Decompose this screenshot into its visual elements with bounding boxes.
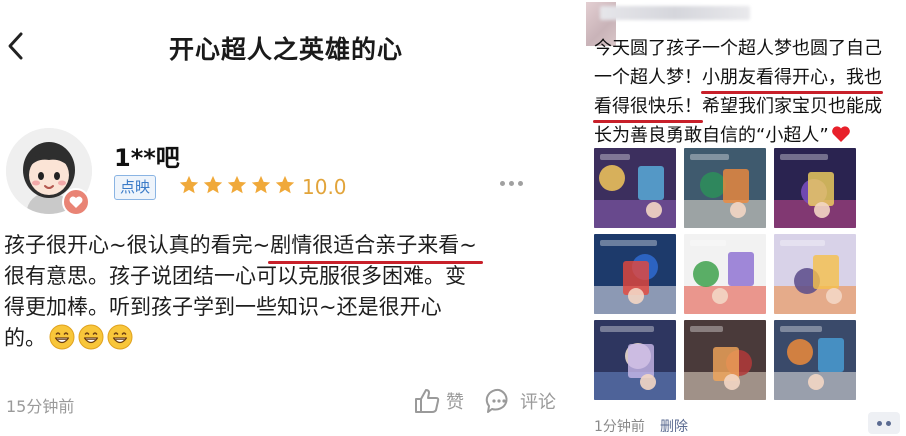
- dot-icon: [509, 180, 514, 186]
- post-time: 15分钟前: [6, 397, 75, 416]
- photo-image: [684, 234, 766, 314]
- review-line-4: 的。: [4, 323, 564, 354]
- photo-thumbnail[interactable]: [684, 234, 766, 314]
- dot-icon: [877, 420, 882, 426]
- red-heart-icon: [831, 125, 851, 143]
- photo-image: [684, 320, 766, 400]
- comment-bubble-icon: [485, 388, 508, 413]
- photo-image: [594, 148, 676, 228]
- photo-thumbnail[interactable]: [684, 320, 766, 400]
- photo-image: [594, 234, 676, 314]
- review-line-2: 很有意思。孩子说团结一心可以克服很多困难。变: [4, 264, 466, 288]
- review-line-3: 得更加棒。听到孩子学到一些知识~还是很开心: [4, 295, 442, 319]
- star-icon: [274, 174, 296, 196]
- moment-text-plain: 希望我们家宝贝也能成: [702, 96, 882, 117]
- review-text-plain: 孩子很开心~很认真的看完~: [4, 233, 271, 257]
- rating-score: 10.0: [302, 175, 347, 199]
- highlighted-phrase: 剧情很适合亲子来看~: [268, 230, 483, 264]
- comment-label: 评论: [520, 392, 556, 413]
- highlighted-phrase: 小朋友看得开心，我也: [701, 63, 883, 94]
- photo-thumbnail[interactable]: [594, 148, 676, 228]
- heart-icon: [62, 188, 90, 216]
- star-icon: [250, 174, 272, 196]
- review-text: 孩子很开心~很认真的看完~剧情很适合亲子来看~ 很有意思。孩子说团结一心可以克服…: [4, 230, 564, 354]
- grinning-face-icon: [78, 324, 104, 350]
- moment-line-2: 一个超人梦！小朋友看得开心，我也: [594, 63, 906, 94]
- moment-panel: 今天圆了孩子一个超人梦也圆了自己 一个超人梦！小朋友看得开心，我也 看得很快乐！…: [580, 0, 906, 436]
- grinning-face-icon: [107, 324, 133, 350]
- photo-grid: [594, 148, 856, 400]
- star-icon: [178, 174, 200, 196]
- photo-thumbnail[interactable]: [774, 320, 856, 400]
- photo-image: [774, 234, 856, 314]
- photo-thumbnail[interactable]: [774, 148, 856, 228]
- dot-icon: [518, 180, 523, 186]
- blurred-username: [600, 6, 750, 20]
- moment-line-1: 今天圆了孩子一个超人梦也圆了自己: [594, 38, 882, 59]
- thumbs-up-icon: [415, 389, 440, 413]
- highlighted-phrase: 看得很快乐！: [593, 92, 703, 123]
- comment-button[interactable]: 评论: [484, 386, 556, 416]
- dot-icon: [886, 420, 891, 426]
- photo-image: [684, 148, 766, 228]
- like-label: 赞: [446, 392, 464, 413]
- photo-image: [774, 148, 856, 228]
- more-dots-icon[interactable]: [868, 412, 900, 434]
- photo-image: [594, 320, 676, 400]
- platform-tag: 点映: [114, 175, 157, 200]
- moment-text: 今天圆了孩子一个超人梦也圆了自己 一个超人梦！小朋友看得开心，我也 看得很快乐！…: [593, 34, 906, 150]
- review-text-plain: 的。: [4, 326, 46, 350]
- moment-line-3: 看得很快乐！希望我们家宝贝也能成: [593, 92, 906, 123]
- page-title: 开心超人之英雄的心: [168, 35, 403, 64]
- delete-link[interactable]: 删除: [660, 416, 688, 436]
- more-options-button[interactable]: [500, 176, 530, 190]
- dot-icon: [500, 180, 505, 186]
- emoji-group: [46, 324, 133, 350]
- star-icon: [226, 174, 248, 196]
- photo-thumbnail[interactable]: [684, 148, 766, 228]
- reviewer-username[interactable]: 1**吧: [114, 138, 180, 173]
- review-panel: 开心超人之英雄的心 1**吧 点映 10.0 孩子很开心~很认真的看完~剧情很适…: [0, 0, 572, 436]
- screenshot-composite: 开心超人之英雄的心 1**吧 点映 10.0 孩子很开心~很认真的看完~剧情很适…: [0, 0, 906, 436]
- review-line-1: 孩子很开心~很认真的看完~剧情很适合亲子来看~: [4, 230, 564, 264]
- photo-thumbnail[interactable]: [594, 234, 676, 314]
- grinning-face-icon: [49, 324, 75, 350]
- moment-line-4: 长为善良勇敢自信的“小超人”: [594, 121, 906, 150]
- photo-thumbnail[interactable]: [594, 320, 676, 400]
- like-button[interactable]: 赞: [412, 386, 464, 416]
- post-time: 1分钟前: [594, 419, 645, 435]
- photo-thumbnail[interactable]: [774, 234, 856, 314]
- moment-text-plain: 一个超人梦！: [594, 67, 702, 88]
- photo-image: [774, 320, 856, 400]
- moment-text-plain: 长为善良勇敢自信的“小超人”: [594, 125, 829, 146]
- star-icon: [202, 174, 224, 196]
- rating-stars: [178, 174, 296, 196]
